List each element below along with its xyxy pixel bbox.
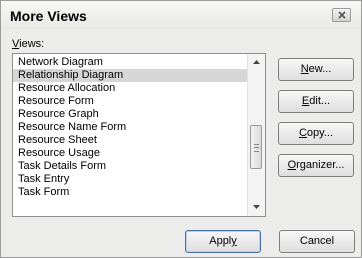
view-list-item[interactable]: Network Diagram [13,56,247,69]
view-list-item[interactable]: Resource Form [13,95,247,108]
scroll-down-arrow-icon [253,205,260,209]
new-button[interactable]: New... [278,58,354,81]
dialog-title: More Views [10,8,87,24]
copy-button[interactable]: Copy... [278,122,354,145]
title-bar[interactable]: More Views [1,1,361,29]
view-list-item[interactable]: Resource Graph [13,108,247,121]
scroll-up-arrow-icon [253,60,260,64]
view-list-item[interactable]: Relationship Diagram [13,69,247,82]
close-icon [338,11,346,19]
apply-button[interactable]: Apply [185,230,261,253]
view-list-item[interactable]: Resource Sheet [13,134,247,147]
view-list-item[interactable]: Resource Name Form [13,121,247,134]
scroll-down-button[interactable] [248,199,265,216]
organizer-button[interactable]: Organizer... [278,154,354,177]
vertical-scrollbar[interactable] [247,54,265,216]
close-button[interactable] [332,8,351,22]
scrollbar-thumb[interactable] [250,125,262,169]
view-list-item[interactable]: Resource Allocation [13,82,247,95]
view-list-item[interactable]: Task Form [13,186,247,199]
edit-button[interactable]: Edit... [278,90,354,113]
views-label: Views: [12,38,45,50]
cancel-button[interactable]: Cancel [279,230,355,253]
view-list-item[interactable]: Task Entry [13,173,247,186]
scroll-up-button[interactable] [248,54,265,71]
views-listbox[interactable]: Network Diagram Relationship Diagram Resou… [12,53,266,217]
thumb-grip-icon [254,144,259,152]
view-list-item[interactable]: Resource Usage [13,147,247,160]
view-list-item[interactable]: Task Details Form [13,160,247,173]
views-list: Network Diagram Relationship Diagram Resou… [13,54,247,199]
more-views-dialog: More Views Views: Network Diagram Relatio… [0,0,362,258]
